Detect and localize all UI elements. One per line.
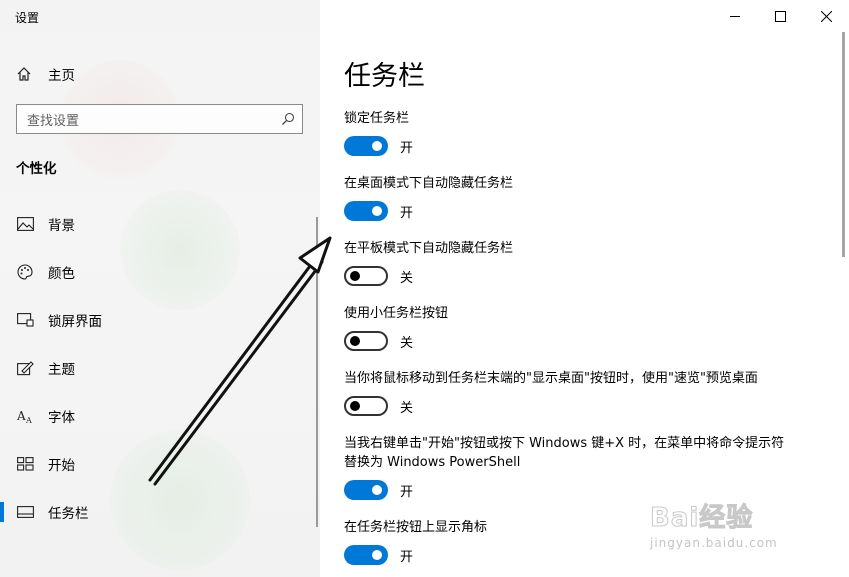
sidebar-item-label: 主题 (48, 362, 75, 378)
toggle-state: 开 (400, 484, 414, 500)
main-panel: 任务栏 锁定任务栏 开 在桌面模式下自动隐藏任务栏 开 在平板模式下自动隐藏任务… (320, 0, 849, 577)
sidebar-item-colors[interactable]: 颜色 (0, 248, 320, 296)
watermark-url: jingyan.baidu.com (650, 536, 778, 550)
setting-label: 锁定任务栏 (344, 111, 410, 126)
toggle-switch[interactable] (344, 136, 388, 156)
svg-text:A: A (17, 409, 26, 423)
maximize-button[interactable] (757, 0, 803, 32)
taskbar-icon (16, 503, 34, 521)
sidebar-item-lock-screen[interactable]: 锁屏界面 (0, 296, 320, 344)
sidebar-item-background[interactable]: 背景 (0, 200, 320, 248)
sidebar-item-start[interactable]: 开始 (0, 440, 320, 488)
setting-label: 当我右键单击"开始"按钮或按下 Windows 键+X 时，在菜单中将命令提示符… (344, 436, 785, 470)
toggle-state: 关 (400, 335, 414, 351)
home-icon (15, 65, 33, 83)
close-button[interactable] (803, 0, 849, 32)
setting-autohide-tablet: 在平板模式下自动隐藏任务栏 关 (344, 239, 794, 286)
setting-peek: 当你将鼠标移动到任务栏末端的"显示桌面"按钮时，使用"速览"预览桌面 关 (344, 369, 794, 416)
main-scrollbar[interactable] (842, 32, 845, 257)
sidebar-item-fonts[interactable]: AA 字体 (0, 392, 320, 440)
palette-icon (16, 263, 34, 281)
setting-lock-taskbar: 锁定任务栏 开 (344, 109, 794, 156)
setting-label: 在平板模式下自动隐藏任务栏 (344, 241, 514, 256)
toggle-switch[interactable] (344, 396, 388, 416)
picture-icon (16, 215, 34, 233)
sidebar-item-home[interactable]: 主页 (15, 63, 75, 85)
toggle-state: 关 (400, 400, 414, 416)
toggle-state: 关 (400, 270, 414, 286)
toggle-state: 开 (400, 140, 414, 156)
page-title: 任务栏 (344, 61, 425, 92)
search-input[interactable]: 查找设置 (27, 110, 274, 129)
minimize-button[interactable] (712, 0, 758, 32)
sidebar-item-label: 颜色 (48, 266, 75, 282)
start-icon (16, 455, 34, 473)
minimize-icon (729, 15, 740, 17)
sidebar-item-label: 任务栏 (48, 506, 89, 522)
sidebar-item-taskbar[interactable]: 任务栏 (0, 488, 320, 536)
toggle-switch[interactable] (344, 545, 388, 565)
toggle-state: 开 (400, 549, 414, 565)
window-title: 设置 (15, 11, 40, 25)
toggle-switch[interactable] (344, 266, 388, 286)
setting-small-buttons: 使用小任务栏按钮 关 (344, 304, 794, 351)
font-icon: AA (16, 407, 34, 425)
setting-label: 当你将鼠标移动到任务栏末端的"显示桌面"按钮时，使用"速览"预览桌面 (344, 371, 758, 386)
section-title: 个性化 (16, 161, 57, 177)
sidebar-item-label: 锁屏界面 (48, 314, 102, 330)
sidebar-item-label: 背景 (48, 218, 75, 234)
watermark: Bai经验 jingyan.baidu.com (650, 497, 810, 567)
toggle-state: 开 (400, 205, 414, 221)
setting-label: 在桌面模式下自动隐藏任务栏 (344, 176, 514, 191)
close-icon (820, 10, 832, 22)
theme-icon (16, 359, 34, 377)
sidebar-item-themes[interactable]: 主题 (0, 344, 320, 392)
watermark-logo: Bai经验 (650, 503, 754, 534)
sidebar-item-label: 字体 (48, 410, 75, 426)
maximize-icon (774, 10, 786, 22)
toggle-switch[interactable] (344, 480, 388, 500)
sidebar-item-label: 主页 (48, 68, 75, 84)
setting-label: 使用小任务栏按钮 (344, 306, 449, 321)
sidebar-scrollbar[interactable] (316, 217, 318, 527)
toggle-switch[interactable] (344, 201, 388, 221)
setting-powershell: 当我右键单击"开始"按钮或按下 Windows 键+X 时，在菜单中将命令提示符… (344, 434, 794, 500)
nav-list: 背景 颜色 锁屏界面 主题 AA 字体 开始 任务栏 (0, 200, 320, 536)
setting-autohide-desktop: 在桌面模式下自动隐藏任务栏 开 (344, 174, 794, 221)
sidebar-item-label: 开始 (48, 458, 75, 474)
svg-text:A: A (25, 416, 32, 424)
sidebar: 设置 主页 查找设置 个性化 背景 颜色 锁屏界面 主题 A A 字体 开始 任… (0, 0, 320, 577)
search-box[interactable]: 查找设置 (16, 104, 303, 134)
lock-screen-icon (16, 311, 34, 329)
toggle-switch[interactable] (344, 331, 388, 351)
search-icon[interactable] (274, 105, 302, 133)
